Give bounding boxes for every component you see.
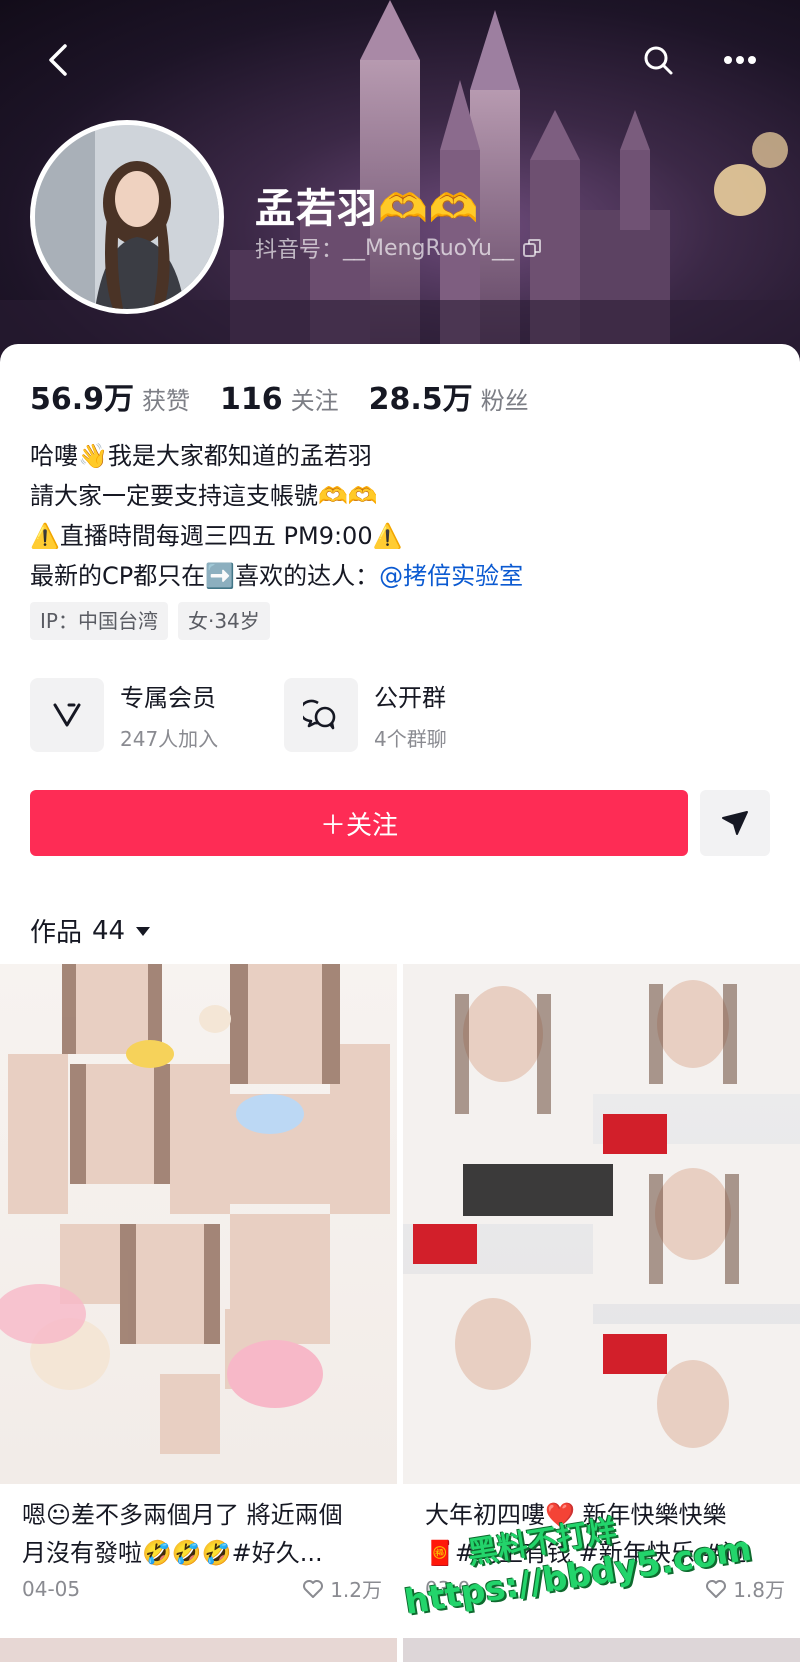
copy-icon[interactable] [522, 238, 542, 258]
douyin-id[interactable]: 抖音号： __MengRuoYu__ [255, 232, 542, 264]
bio-line-3: ⚠️直播時間每週三四五 PM9:00⚠️ [30, 522, 403, 550]
ip-location-tag: IP：中国台湾 [30, 602, 168, 640]
avatar-portrait-image [35, 125, 219, 309]
more-dots-icon [724, 56, 756, 64]
stat-likes[interactable]: 56.9万 获赞 [30, 374, 190, 418]
profile-stats: 56.9万 获赞 116 关注 28.5万 粉丝 [30, 374, 559, 418]
profile-cover: 孟若羽🫶🫶 抖音号： __MengRuoYu__ [0, 0, 800, 380]
bio-mention-link[interactable]: @拷倍实验室 [379, 562, 523, 590]
follow-button[interactable]: ＋关注 [30, 790, 688, 856]
member-v-icon [30, 678, 104, 752]
stat-followers-label: 粉丝 [480, 387, 529, 415]
video-thumbnail-collage-image [0, 964, 390, 1454]
stat-likes-value: 56.9万 [30, 382, 135, 417]
next-video-row [0, 1638, 800, 1662]
caret-down-icon [135, 925, 151, 937]
video-caption-line-2: 月沒有發啦🤣🤣🤣#好久... [22, 1539, 323, 1567]
video-thumbnail-partial[interactable] [403, 1638, 800, 1662]
search-button[interactable] [636, 38, 680, 82]
heart-icon [706, 1579, 727, 1598]
douyin-id-value: __MengRuoYu__ [343, 235, 514, 261]
bio-line-4: 最新的CP都只在➡️喜欢的达人：@拷倍实验室 [30, 556, 770, 596]
back-button[interactable] [36, 38, 80, 82]
search-icon [644, 46, 673, 75]
more-button[interactable] [718, 38, 762, 82]
video-meta: 04-05 1.2万 [22, 1574, 382, 1603]
bio-line-2: 請大家一定要支持這支帳號🫶🫶 [30, 482, 378, 510]
tab-works[interactable]: 作品 44 [30, 912, 151, 949]
share-button[interactable] [700, 790, 770, 856]
membership-title: 专属会员 [120, 684, 216, 712]
back-arrow-icon [49, 44, 67, 76]
douyin-id-label: 抖音号： [255, 238, 344, 263]
video-thumbnail-collage-image [403, 964, 800, 1484]
stat-followers-value: 28.5万 [368, 382, 473, 417]
gender-age-tag: 女·34岁 [177, 602, 270, 640]
profile-tags: IP：中国台湾 女·34岁 [30, 602, 280, 640]
works-count: 44 [92, 915, 126, 946]
video-thumbnail-partial[interactable] [0, 1638, 397, 1662]
bio-line-1: 哈嘍👋我是大家都知道的孟若羽 [30, 442, 372, 470]
avatar[interactable] [30, 120, 224, 314]
video-thumbnail[interactable] [403, 964, 800, 1484]
group-chat-title: 公开群 [374, 684, 446, 712]
membership-entry[interactable]: 专属会员 247人加入 [30, 678, 284, 752]
group-chat-icon [284, 678, 358, 752]
membership-count: 247人加入 [120, 727, 219, 751]
profile-name: 孟若羽🫶🫶 [255, 186, 480, 232]
stat-likes-label: 获赞 [142, 387, 191, 415]
video-caption-line-1: 嗯😐差不多兩個月了 將近兩個 [22, 1501, 343, 1529]
bio-line-4-text: 最新的CP都只在➡️喜欢的达人： [30, 562, 380, 590]
stat-following[interactable]: 116 关注 [220, 381, 339, 417]
send-arrow-icon [722, 811, 748, 835]
heart-icon [303, 1579, 324, 1598]
video-caption[interactable]: 嗯😐差不多兩個月了 將近兩個 月沒有發啦🤣🤣🤣#好久... [22, 1496, 382, 1572]
group-chat-count: 4个群聊 [374, 727, 447, 751]
stat-followers[interactable]: 28.5万 粉丝 [369, 374, 529, 418]
video-likes-count: 1.2万 [330, 1578, 382, 1602]
video-date: 04-05 [22, 1576, 81, 1601]
group-chat-entry[interactable]: 公开群 4个群聊 [284, 678, 538, 752]
video-likes[interactable]: 1.8万 [705, 1574, 785, 1603]
profile-bio: 哈嘍👋我是大家都知道的孟若羽 請大家一定要支持這支帳號🫶🫶 ⚠️直播時間每週三四… [30, 436, 770, 596]
profile-features: 专属会员 247人加入 公开群 4个群聊 [30, 678, 538, 752]
stat-following-label: 关注 [290, 387, 339, 415]
video-thumbnail[interactable] [0, 964, 397, 1484]
stat-following-value: 116 [220, 382, 283, 417]
video-card[interactable]: 嗯😐差不多兩個月了 將近兩個 月沒有發啦🤣🤣🤣#好久... 04-05 1.2万 [0, 964, 397, 1622]
video-likes[interactable]: 1.2万 [302, 1574, 382, 1603]
video-likes-count: 1.8万 [733, 1578, 785, 1602]
works-label: 作品 [30, 918, 83, 948]
